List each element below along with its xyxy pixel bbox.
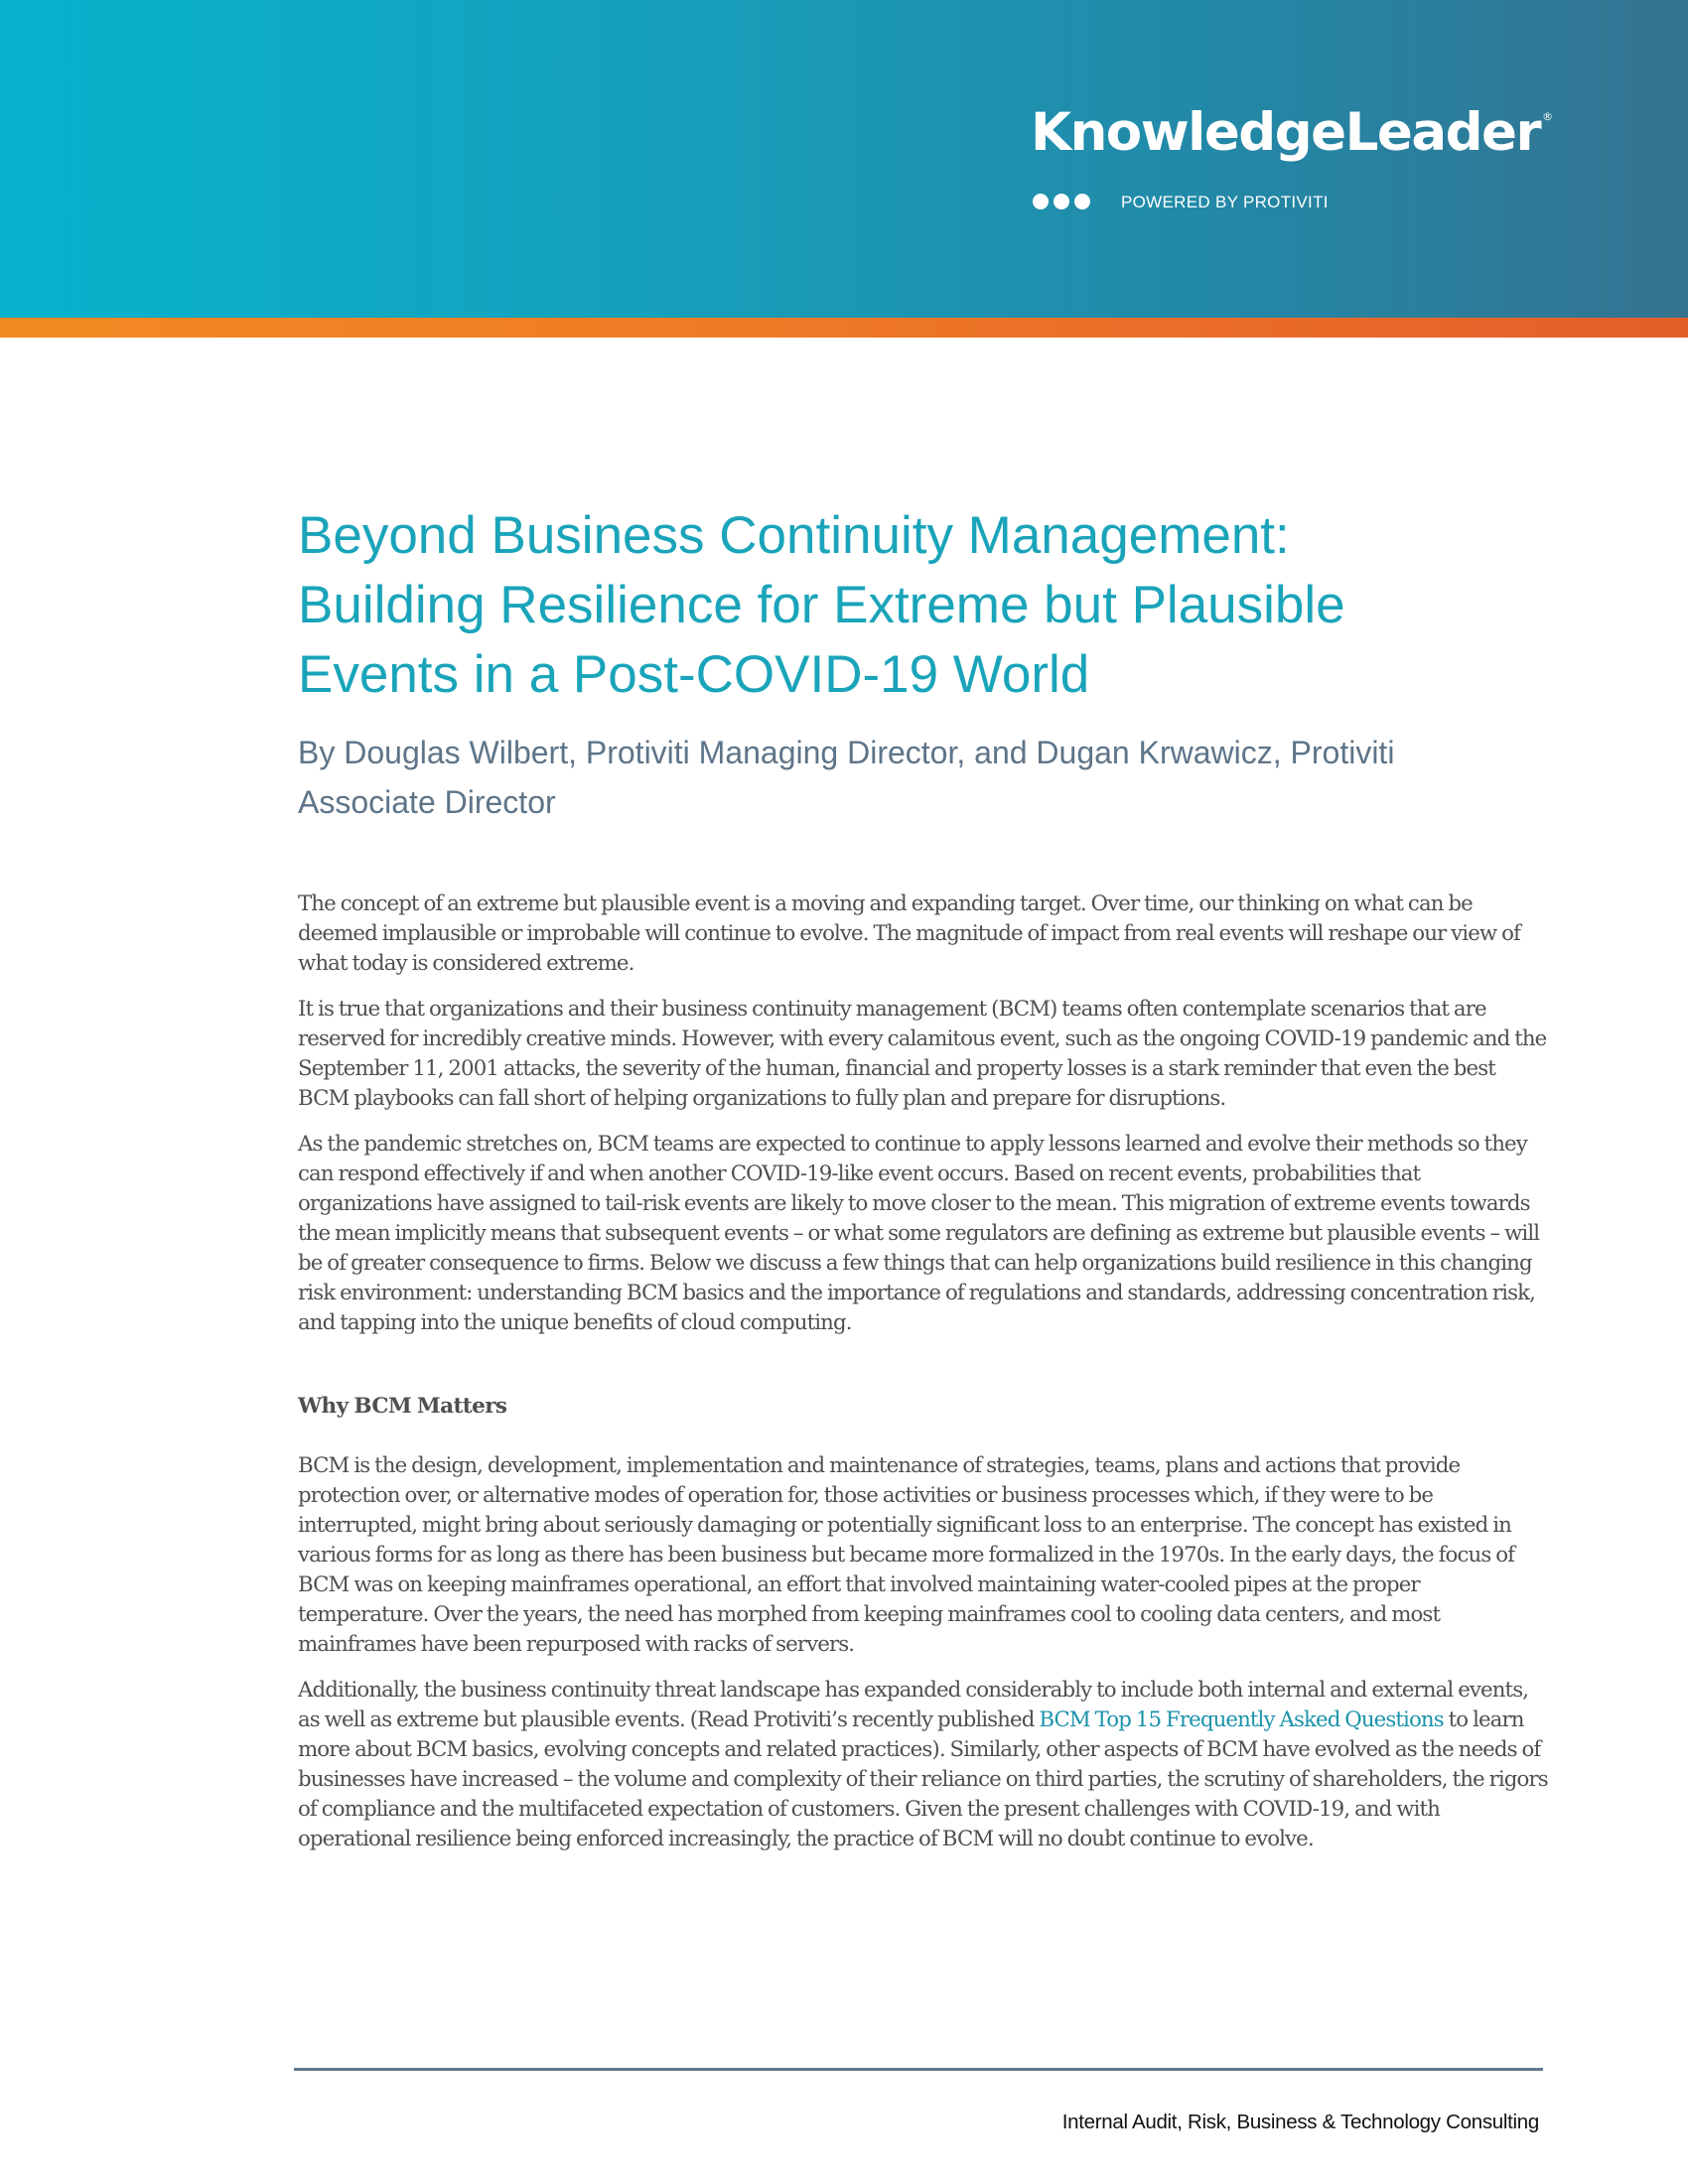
registered-mark: ® xyxy=(1542,110,1553,123)
orange-accent-band xyxy=(0,318,1688,338)
dot-icon xyxy=(1074,194,1090,209)
section-heading: Why BCM Matters xyxy=(298,1394,507,1419)
article-body: The concept of an extreme but plausible … xyxy=(298,889,1549,1870)
footer-tagline: Internal Audit, Risk, Business & Technol… xyxy=(1061,2111,1540,2133)
intro-paragraph: The concept of an extreme but plausible … xyxy=(298,891,1521,976)
header-banner: KnowledgeLeader ® POWERED BY PROTIVITI xyxy=(0,0,1688,318)
intro-paragraph: As the pandemic stretches on, BCM teams … xyxy=(298,1132,1540,1335)
section-paragraph: Additionally, the business continuity th… xyxy=(298,1676,1549,1854)
byline-line: Associate Director xyxy=(298,784,556,820)
powered-by-tagline: POWERED BY PROTIVITI xyxy=(1121,193,1329,211)
bcm-faq-link[interactable]: BCM Top 15 Frequently Asked Questions xyxy=(1039,1707,1444,1732)
logo-text: KnowledgeLeader xyxy=(1031,102,1542,163)
title-line: Beyond Business Continuity Management: xyxy=(298,506,1290,565)
dot-icon xyxy=(1054,194,1069,209)
knowledgeleader-logo: KnowledgeLeader ® xyxy=(1031,106,1553,159)
byline-line: By Douglas Wilbert, Protiviti Managing D… xyxy=(298,735,1395,770)
article-title: Beyond Business Continuity Management: B… xyxy=(298,501,1589,710)
author-byline: By Douglas Wilbert, Protiviti Managing D… xyxy=(298,728,1589,827)
section-paragraph: BCM is the design, development, implemen… xyxy=(298,1453,1515,1657)
title-line: Building Resilience for Extreme but Plau… xyxy=(298,576,1345,634)
title-line: Events in a Post-COVID-19 World xyxy=(298,645,1090,704)
intro-paragraph: It is true that organizations and their … xyxy=(298,997,1547,1111)
protiviti-dots-icon xyxy=(1033,194,1090,209)
footer-divider xyxy=(294,2068,1543,2071)
dot-icon xyxy=(1033,194,1049,209)
